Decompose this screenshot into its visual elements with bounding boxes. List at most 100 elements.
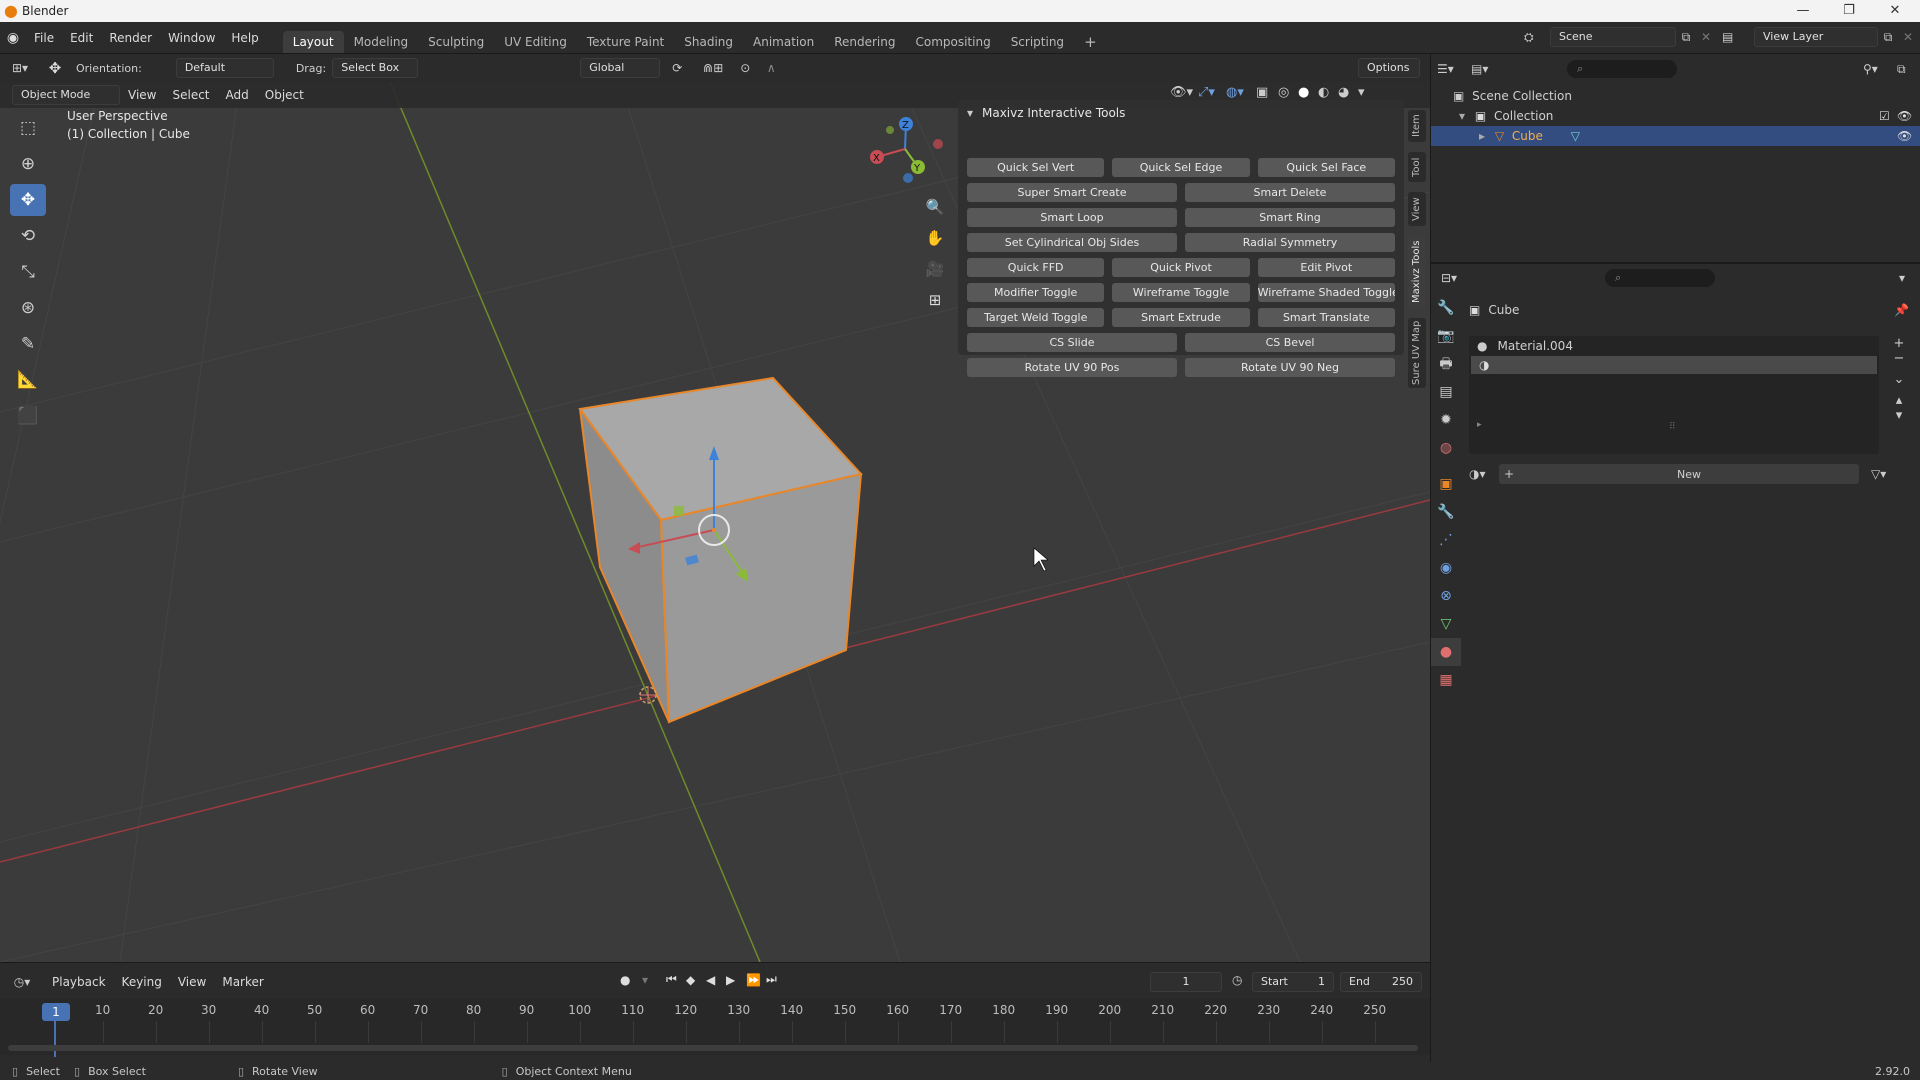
maxivz-button-quick-pivot[interactable]: Quick Pivot <box>1112 258 1250 277</box>
add-workspace-icon[interactable]: + <box>1074 31 1107 53</box>
maxivz-button-smart-delete[interactable]: Smart Delete <box>1185 183 1395 202</box>
timeline-menu-playback[interactable]: Playback <box>44 966 114 998</box>
proportional-edit-icon[interactable]: ⊙ <box>732 61 758 75</box>
timeline-menu-view[interactable]: View <box>170 966 214 998</box>
blender-menu-icon[interactable]: ◉ <box>0 30 26 46</box>
timeline-menu-keying[interactable]: Keying <box>114 966 170 998</box>
list-resize-handle-icon[interactable]: ⠿ <box>1669 422 1676 432</box>
new-collection-icon[interactable]: ⧉ <box>1897 62 1906 77</box>
snap-icon[interactable]: ⋒⊞ <box>694 61 732 75</box>
solid-shading-icon[interactable]: ● <box>1298 85 1318 100</box>
tab-tool-icon[interactable]: 🔧 <box>1431 294 1461 322</box>
tab-view-layer-icon[interactable]: ▤ <box>1431 378 1461 406</box>
tab-scene-icon[interactable]: ✹ <box>1431 406 1461 434</box>
wireframe-shading-icon[interactable]: ◎ <box>1278 85 1298 100</box>
maxivz-button-cs-bevel[interactable]: CS Bevel <box>1185 333 1395 352</box>
playhead-frame[interactable]: 1 <box>42 1003 70 1021</box>
tab-shading[interactable]: Shading <box>674 31 743 53</box>
collection-visibility-icon[interactable]: 👁 <box>1897 106 1912 126</box>
new-view-layer-icon[interactable]: ⧉ <box>1878 30 1898 45</box>
tab-animation[interactable]: Animation <box>743 31 824 53</box>
pan-hand-icon[interactable]: ✋ <box>922 229 948 257</box>
maxivz-button-smart-loop[interactable]: Smart Loop <box>967 208 1177 227</box>
scene-name-field[interactable]: Scene <box>1550 27 1676 47</box>
tab-object-icon[interactable]: ▣ <box>1431 470 1461 498</box>
new-material-button[interactable]: + New <box>1499 464 1859 484</box>
close-icon[interactable]: ✕ <box>1872 0 1918 22</box>
outliner-row-cube[interactable]: ▸ ▽ Cube ▽ 👁 <box>1431 126 1920 146</box>
rotate-tool-icon[interactable]: ⟲ <box>10 220 46 252</box>
remove-view-layer-icon[interactable]: ✕ <box>1898 30 1918 44</box>
tab-texture-paint[interactable]: Texture Paint <box>577 31 674 53</box>
play-reverse-icon[interactable]: ◀ <box>706 973 726 987</box>
visibility-icon[interactable]: 👁▾ <box>1170 85 1198 100</box>
jump-end-icon[interactable]: ⏭ <box>766 972 786 987</box>
move-slot-down-icon[interactable]: ▾ <box>1889 408 1909 423</box>
view-layer-icon[interactable]: ▤ <box>1722 30 1754 44</box>
current-frame-field[interactable]: 1 <box>1150 972 1222 992</box>
tab-uv-editing[interactable]: UV Editing <box>494 31 577 53</box>
maxivz-button-modifier-toggle[interactable]: Modifier Toggle <box>967 283 1105 302</box>
outliner-row-collection[interactable]: ▾ ▣ Collection ☑ 👁 <box>1431 106 1920 126</box>
maxivz-button-rotate-uv-90-neg[interactable]: Rotate UV 90 Neg <box>1185 358 1395 377</box>
maxivz-button-cs-slide[interactable]: CS Slide <box>967 333 1177 352</box>
annotate-tool-icon[interactable]: ✎ <box>10 328 46 360</box>
add-cube-tool-icon[interactable]: ⬛ <box>10 400 46 432</box>
tab-constraints-icon[interactable]: ⊗ <box>1431 582 1461 610</box>
material-link-icon[interactable]: ▽▾ <box>1871 467 1886 481</box>
properties-search-input[interactable]: ⌕ <box>1605 269 1715 287</box>
transform-orientation-dropdown[interactable]: Global <box>580 58 661 78</box>
menu-window[interactable]: Window <box>160 22 223 54</box>
display-mode-icon[interactable]: ▤▾ <box>1471 62 1505 76</box>
scale-tool-icon[interactable]: ⤡ <box>10 256 46 288</box>
tab-world-icon[interactable]: ◍ <box>1431 434 1461 462</box>
maxivz-button-radial-symmetry[interactable]: Radial Symmetry <box>1185 233 1395 252</box>
record-icon[interactable]: ● <box>620 973 642 987</box>
xray-icon[interactable]: ▣ <box>1256 85 1278 100</box>
tab-modifiers-icon[interactable]: 🔧 <box>1431 498 1461 526</box>
tab-render-icon[interactable]: 📷 <box>1431 322 1461 350</box>
tab-modeling[interactable]: Modeling <box>344 31 419 53</box>
browse-material-icon[interactable]: ◑▾ <box>1469 467 1499 481</box>
material-shading-icon[interactable]: ◐ <box>1318 85 1338 100</box>
maxivz-button-quick-sel-edge[interactable]: Quick Sel Edge <box>1112 158 1250 177</box>
preview-range-icon[interactable]: ◷ <box>1232 973 1242 987</box>
menu-help[interactable]: Help <box>223 22 266 54</box>
camera-view-icon[interactable]: 🎥 <box>922 260 948 288</box>
move-tool-button[interactable]: ✥ <box>10 184 46 216</box>
cube-object[interactable] <box>578 376 863 724</box>
menu-edit[interactable]: Edit <box>62 22 101 54</box>
next-keyframe-icon[interactable]: ⏩ <box>746 973 766 987</box>
maxivz-button-quick-ffd[interactable]: Quick FFD <box>967 258 1105 277</box>
sidebar-tab-view[interactable]: View <box>1408 192 1426 226</box>
outliner-editor-type-icon[interactable]: ☰▾ <box>1437 62 1471 76</box>
tab-material-icon[interactable]: ● <box>1431 638 1461 666</box>
sidebar-tab-item[interactable]: Item <box>1408 110 1426 142</box>
maxivz-button-smart-ring[interactable]: Smart Ring <box>1185 208 1395 227</box>
start-frame-field[interactable]: Start 1 <box>1252 972 1334 992</box>
maxivz-panel-title[interactable]: Maxivz Interactive Tools <box>958 100 1404 126</box>
material-slot-selected[interactable]: ◑ <box>1471 356 1877 374</box>
view-layer-field[interactable]: View Layer <box>1754 27 1878 47</box>
keying-options-icon[interactable]: ▾ <box>642 973 666 987</box>
prev-keyframe-icon[interactable]: ◆ <box>686 973 706 987</box>
viewport-menu-select[interactable]: Select <box>164 82 217 108</box>
tab-sculpting[interactable]: Sculpting <box>418 31 494 53</box>
drag-dropdown[interactable]: Select Box <box>332 58 419 78</box>
select-box-icon[interactable]: ⬚ <box>10 112 46 144</box>
transform-tool-icon[interactable]: ⊛ <box>10 292 46 324</box>
end-frame-field[interactable]: End 250 <box>1340 972 1422 992</box>
sidebar-tab-tool[interactable]: Tool <box>1408 152 1426 182</box>
move-slot-up-icon[interactable]: ▴ <box>1889 393 1909 408</box>
new-scene-icon[interactable]: ⧉ <box>1676 30 1696 45</box>
maxivz-button-rotate-uv-90-pos[interactable]: Rotate UV 90 Pos <box>967 358 1177 377</box>
timeline-menu-marker[interactable]: Marker <box>214 966 271 998</box>
remove-scene-icon[interactable]: ✕ <box>1696 30 1716 44</box>
timeline-scrollbar[interactable] <box>8 1045 1418 1051</box>
overlay-toggle-icon[interactable]: ◍▾ <box>1226 85 1256 100</box>
maxivz-button-smart-extrude[interactable]: Smart Extrude <box>1112 308 1250 327</box>
filter-icon[interactable]: ⚲▾ <box>1863 62 1878 76</box>
tab-output-icon[interactable]: 🖶 <box>1431 350 1461 378</box>
rendered-shading-icon[interactable]: ◕ <box>1338 85 1358 100</box>
play-icon[interactable]: ▶ <box>726 973 746 987</box>
